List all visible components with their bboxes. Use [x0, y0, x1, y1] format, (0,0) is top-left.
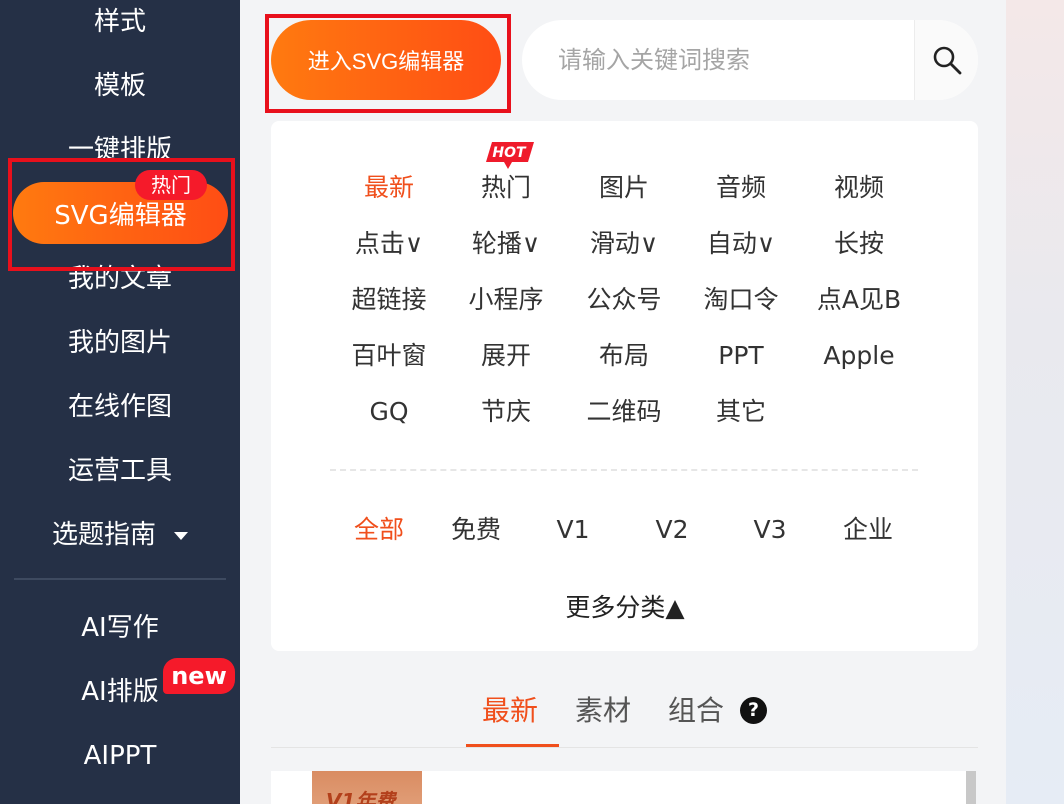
scrollbar[interactable] [966, 771, 976, 804]
category-click[interactable]: 点击∨ [334, 226, 444, 262]
template-card-thumbnail[interactable]: V1年费 [312, 771, 422, 804]
category-video[interactable]: 视频 [804, 170, 914, 206]
sidebar-item-operation-tools[interactable]: 运营工具 [0, 451, 240, 491]
tab-combinations[interactable]: 组合 [668, 692, 724, 730]
highlight-frame [8, 158, 235, 271]
highlight-frame [265, 14, 511, 113]
dashed-divider [330, 469, 918, 471]
sidebar-item-aippt[interactable]: AIPPT [0, 736, 240, 776]
price-filter-enterprise[interactable]: 企业 [823, 512, 913, 548]
more-categories-button[interactable]: 更多分类▲ [500, 590, 750, 626]
search-icon [933, 46, 961, 75]
caret-down-icon [174, 531, 188, 540]
category-latest[interactable]: 最新 [334, 170, 444, 206]
sidebar-divider [14, 578, 226, 580]
price-filter-free[interactable]: 免费 [431, 512, 521, 548]
category-images[interactable]: 图片 [569, 170, 679, 206]
category-mini-program[interactable]: 小程序 [451, 282, 561, 318]
sidebar-item-ai-writing[interactable]: AI写作 [0, 608, 240, 648]
price-filter-v1[interactable]: V1 [528, 512, 618, 548]
category-festival[interactable]: 节庆 [451, 394, 561, 430]
category-ppt[interactable]: PPT [686, 338, 796, 374]
background-strip [1006, 0, 1064, 804]
category-blinds[interactable]: 百叶窗 [334, 338, 444, 374]
tab-latest[interactable]: 最新 [482, 692, 538, 730]
price-filter-all[interactable]: 全部 [334, 512, 424, 548]
category-hyperlink[interactable]: 超链接 [334, 282, 444, 318]
thumbnail-label: V1年费 [326, 789, 396, 804]
price-filter-v3[interactable]: V3 [725, 512, 815, 548]
category-click-a-see-b[interactable]: 点A见B [804, 282, 914, 318]
active-tab-underline [466, 744, 559, 747]
category-official-account[interactable]: 公众号 [569, 282, 679, 318]
category-taobao-code[interactable]: 淘口令 [686, 282, 796, 318]
category-carousel[interactable]: 轮播∨ [451, 226, 561, 262]
help-icon[interactable]: ? [740, 697, 767, 724]
tabs-baseline [271, 747, 978, 748]
sidebar-item-label: 选题指南 [51, 520, 156, 550]
hot-tag-icon: HOT [484, 140, 536, 174]
category-qr-code[interactable]: 二维码 [569, 394, 679, 430]
search-input[interactable] [522, 20, 914, 100]
category-hot[interactable]: 热门 [451, 170, 561, 206]
category-expand[interactable]: 展开 [451, 338, 561, 374]
sidebar-item-topic-guide[interactable]: 选题指南 [0, 515, 240, 555]
new-badge: new [163, 658, 235, 694]
category-gq[interactable]: GQ [334, 394, 444, 430]
sidebar-item-online-drawing[interactable]: 在线作图 [0, 387, 240, 427]
sidebar-item-templates[interactable]: 模板 [0, 66, 240, 106]
sidebar: 样式 模板 一键排版 我的文章 我的图片 在线作图 运营工具 选题指南 SVG编… [0, 0, 240, 804]
search-box [522, 20, 978, 100]
category-auto[interactable]: 自动∨ [686, 226, 796, 262]
category-slide[interactable]: 滑动∨ [569, 226, 679, 262]
sidebar-item-my-images[interactable]: 我的图片 [0, 323, 240, 363]
category-other[interactable]: 其它 [686, 394, 796, 430]
category-apple[interactable]: Apple [804, 338, 914, 374]
category-layout[interactable]: 布局 [569, 338, 679, 374]
category-long-press[interactable]: 长按 [804, 226, 914, 262]
hot-tag-label: HOT [492, 145, 527, 161]
category-audio[interactable]: 音频 [686, 170, 796, 206]
search-button[interactable] [914, 20, 978, 100]
price-filter-v2[interactable]: V2 [627, 512, 717, 548]
sidebar-item-styles[interactable]: 样式 [0, 2, 240, 42]
tab-materials[interactable]: 素材 [575, 692, 631, 730]
